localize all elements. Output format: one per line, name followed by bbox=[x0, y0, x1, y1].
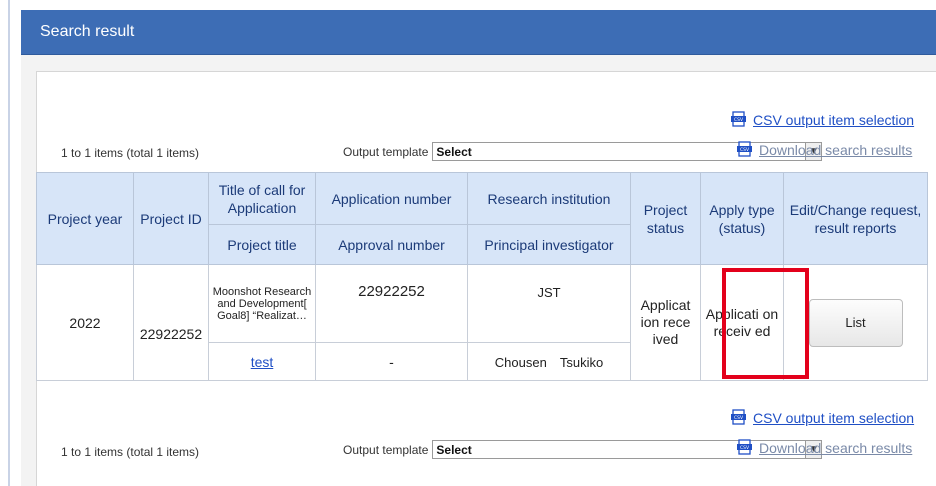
page-title: Search result bbox=[40, 23, 135, 40]
header-application-number: Application number bbox=[315, 172, 468, 225]
result-count: 1 to 1 items (total 1 items) bbox=[61, 445, 200, 459]
svg-text:CSV: CSV bbox=[740, 147, 750, 153]
section-header: Search result bbox=[21, 10, 936, 55]
csv-output-selection-link[interactable]: CSV CSV output item selection bbox=[730, 111, 914, 128]
header-approval-number: Approval number bbox=[315, 224, 468, 265]
csv-file-icon: CSV bbox=[737, 141, 752, 157]
header-research-institution: Research institution bbox=[467, 172, 631, 225]
header-project-year: Project year bbox=[36, 172, 134, 265]
results-table: Project year Project ID Title of call fo… bbox=[36, 172, 928, 381]
header-edit-change: Edit/Change request, result reports bbox=[783, 172, 928, 265]
cell-apply-type: Applicati on receiv ed bbox=[700, 264, 784, 381]
header-call-title: Title of call for Application bbox=[208, 172, 316, 225]
download-search-results-link[interactable]: CSV Download search results bbox=[736, 439, 912, 456]
result-count: 1 to 1 items (total 1 items) bbox=[61, 146, 200, 160]
cell-principal-investigator: Chousen Tsukiko bbox=[467, 342, 631, 381]
cell-project-id: 22922252 bbox=[133, 264, 209, 381]
header-project-status: Project status bbox=[630, 172, 701, 265]
svg-text:CSV: CSV bbox=[734, 415, 744, 421]
csv-file-icon: CSV bbox=[731, 409, 746, 425]
header-project-id: Project ID bbox=[133, 172, 209, 265]
svg-text:CSV: CSV bbox=[734, 117, 744, 123]
cell-project-year: 2022 bbox=[36, 264, 134, 381]
cell-project-title: test bbox=[208, 342, 316, 381]
svg-text:CSV: CSV bbox=[740, 445, 750, 451]
csv-file-icon: CSV bbox=[731, 111, 746, 127]
cell-project-status: Applicat ion rece ived bbox=[630, 264, 701, 381]
csv-file-icon: CSV bbox=[737, 439, 752, 455]
output-template-label: Output template bbox=[343, 442, 429, 457]
csv-output-selection-link[interactable]: CSV CSV output item selection bbox=[730, 409, 914, 426]
cell-action: List bbox=[783, 264, 928, 381]
cell-application-number: 22922252 bbox=[315, 264, 468, 343]
cell-call-title: Moonshot Research and Development[ Goal8… bbox=[208, 264, 316, 343]
cell-research-institution: JST bbox=[467, 264, 631, 343]
list-button[interactable]: List bbox=[808, 298, 903, 347]
cell-approval-number: - bbox=[315, 342, 468, 381]
header-principal-investigator: Principal investigator bbox=[467, 224, 631, 265]
output-template-label: Output template bbox=[343, 144, 429, 159]
header-apply-type: Apply type (status) bbox=[700, 172, 784, 265]
table-row: 2022 22922252 Moonshot Research and Deve… bbox=[36, 264, 928, 381]
header-project-title: Project title bbox=[208, 224, 316, 265]
download-search-results-link[interactable]: CSV Download search results bbox=[736, 141, 912, 158]
project-title-link[interactable]: test bbox=[251, 354, 274, 370]
left-divider bbox=[8, 0, 10, 486]
